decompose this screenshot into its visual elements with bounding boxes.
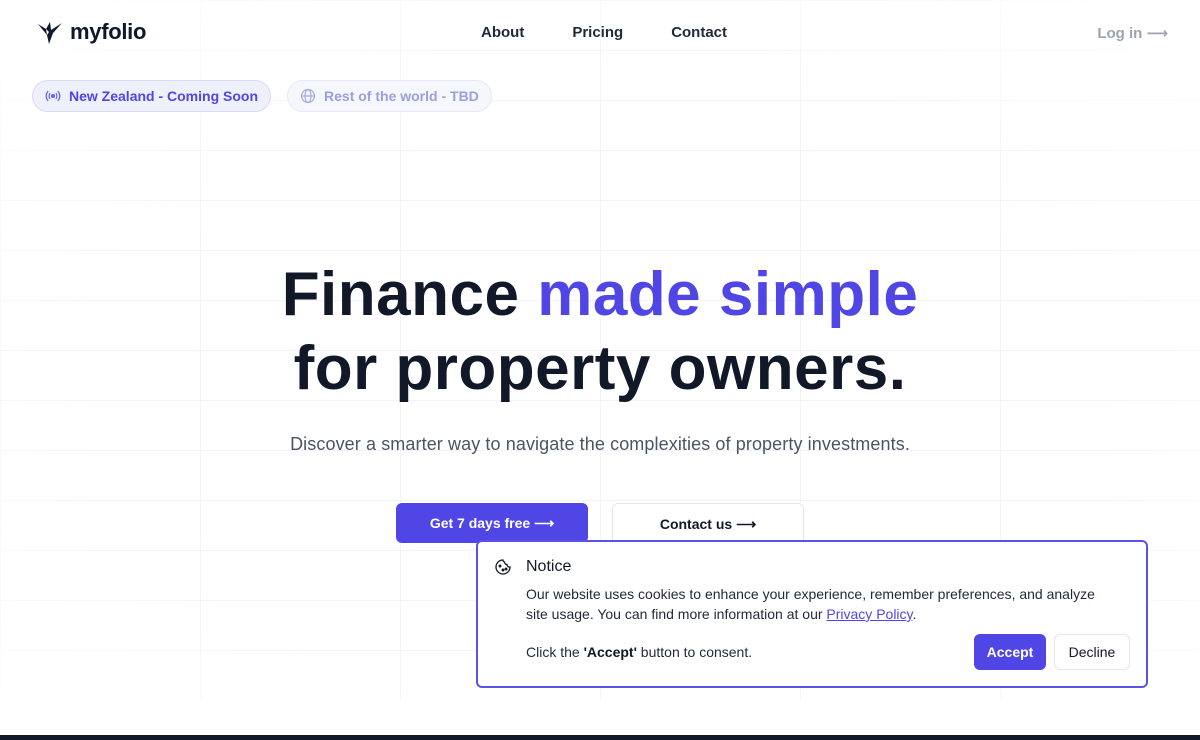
hero-title-accent: made simple: [537, 260, 919, 329]
cookie-notice: Notice Our website uses cookies to enhan…: [476, 540, 1148, 688]
cookie-consent-text: Click the 'Accept' button to consent.: [526, 644, 752, 660]
contact-us-button[interactable]: Contact us ⟶: [612, 503, 804, 545]
bottom-dark-bar: [0, 735, 1200, 740]
brand-logo[interactable]: myfolio: [36, 18, 146, 46]
privacy-policy-link[interactable]: Privacy Policy: [826, 606, 912, 622]
hero-title-part1: Finance: [281, 260, 538, 329]
hero-subtitle: Discover a smarter way to navigate the c…: [290, 434, 910, 454]
main-nav: About Pricing Contact: [481, 24, 727, 41]
hero-title: Finance made simple for property owners.: [0, 258, 1200, 406]
site-header: myfolio About Pricing Contact Log in ⟶: [0, 0, 1200, 66]
consent-suffix: button to consent.: [636, 644, 753, 660]
globe-icon: [300, 88, 316, 104]
hero-title-line2: for property owners.: [293, 334, 907, 403]
region-pill-new-zealand[interactable]: New Zealand - Coming Soon: [32, 80, 272, 112]
cookie-notice-title: Notice: [526, 558, 572, 575]
region-pills: New Zealand - Coming Soon Rest of the wo…: [32, 80, 492, 112]
bird-logo-icon: [38, 22, 62, 44]
consent-prefix: Click the: [526, 644, 584, 660]
nav-pricing[interactable]: Pricing: [572, 24, 623, 41]
cookie-body-end: .: [912, 606, 917, 622]
region-pill-label: New Zealand - Coming Soon: [69, 88, 259, 104]
hero-cta-group: Get 7 days free ⟶ Contact us ⟶: [396, 503, 804, 545]
consent-bold: 'Accept': [583, 644, 637, 660]
region-pill-label: Rest of the world - TBD: [324, 88, 479, 104]
broadcast-icon: [45, 90, 61, 102]
get-free-trial-button[interactable]: Get 7 days free ⟶: [396, 503, 588, 543]
nav-contact[interactable]: Contact: [671, 24, 727, 41]
region-pill-rest-of-world[interactable]: Rest of the world - TBD: [287, 80, 492, 112]
accept-cookies-button[interactable]: Accept: [974, 634, 1046, 670]
hero-section: Finance made simple for property owners.…: [0, 258, 1200, 455]
cookie-notice-body: Our website uses cookies to enhance your…: [526, 584, 1116, 624]
cookie-icon: [495, 559, 511, 575]
decline-cookies-button[interactable]: Decline: [1054, 634, 1130, 670]
login-link[interactable]: Log in ⟶: [1097, 24, 1168, 42]
brand-name: myfolio: [70, 19, 147, 44]
nav-about[interactable]: About: [481, 24, 524, 41]
cookie-body-text: Our website uses cookies to enhance your…: [526, 586, 1095, 622]
